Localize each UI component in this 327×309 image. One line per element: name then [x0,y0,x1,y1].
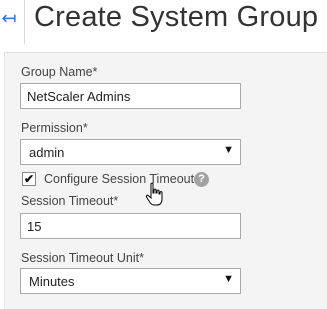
session-timeout-input[interactable] [20,213,241,239]
page-title: Create System Group [34,1,319,33]
permission-select-value: admin [29,145,65,160]
group-name-label: Group Name* [21,65,98,79]
configure-session-timeout-label[interactable]: Configure Session Timeout [44,172,194,186]
header-divider [24,0,25,44]
permission-label: Permission* [21,121,88,135]
back-arrow-icon[interactable]: ↤ [0,6,18,30]
chevron-down-icon: ▼ [223,273,234,285]
hand-pointer-icon [144,182,166,213]
session-timeout-label: Session Timeout* [21,194,119,208]
configure-session-timeout-checkbox[interactable]: ✔ [22,172,36,186]
permission-select[interactable]: admin ▼ [20,139,241,165]
session-timeout-unit-value: Minutes [29,274,75,289]
group-name-input[interactable] [20,83,241,109]
session-timeout-unit-select[interactable]: Minutes ▼ [20,268,241,294]
chevron-down-icon: ▼ [223,144,234,156]
help-icon[interactable]: ? [194,172,209,187]
session-timeout-unit-label: Session Timeout Unit* [21,251,144,265]
